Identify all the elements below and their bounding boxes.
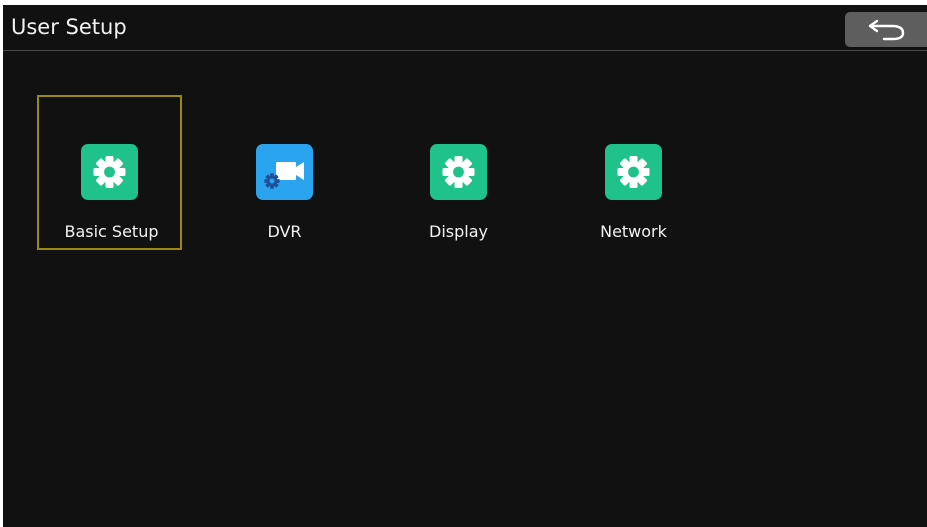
back-arrow-icon [868, 19, 905, 41]
display-label: Display [429, 222, 488, 241]
dvr-label: DVR [267, 222, 302, 241]
menu-item-basic-setup[interactable]: Basic Setup [37, 95, 182, 250]
gear-icon [81, 144, 138, 200]
menu-item-network[interactable]: Network [561, 95, 706, 250]
video-camera-gear-icon [256, 144, 313, 200]
menu-item-display[interactable]: Display [386, 95, 531, 250]
basic-setup-label: Basic Setup [64, 222, 159, 241]
page-title: User Setup [11, 15, 127, 39]
network-label: Network [600, 222, 667, 241]
gear-icon [430, 144, 487, 200]
menu-item-dvr[interactable]: DVR [212, 95, 357, 250]
header-bar: User Setup [3, 5, 927, 51]
back-button[interactable] [845, 12, 927, 47]
user-setup-screen: User Setup Basic Setup DVR Display Netwo… [3, 5, 927, 527]
gear-icon [605, 144, 662, 200]
